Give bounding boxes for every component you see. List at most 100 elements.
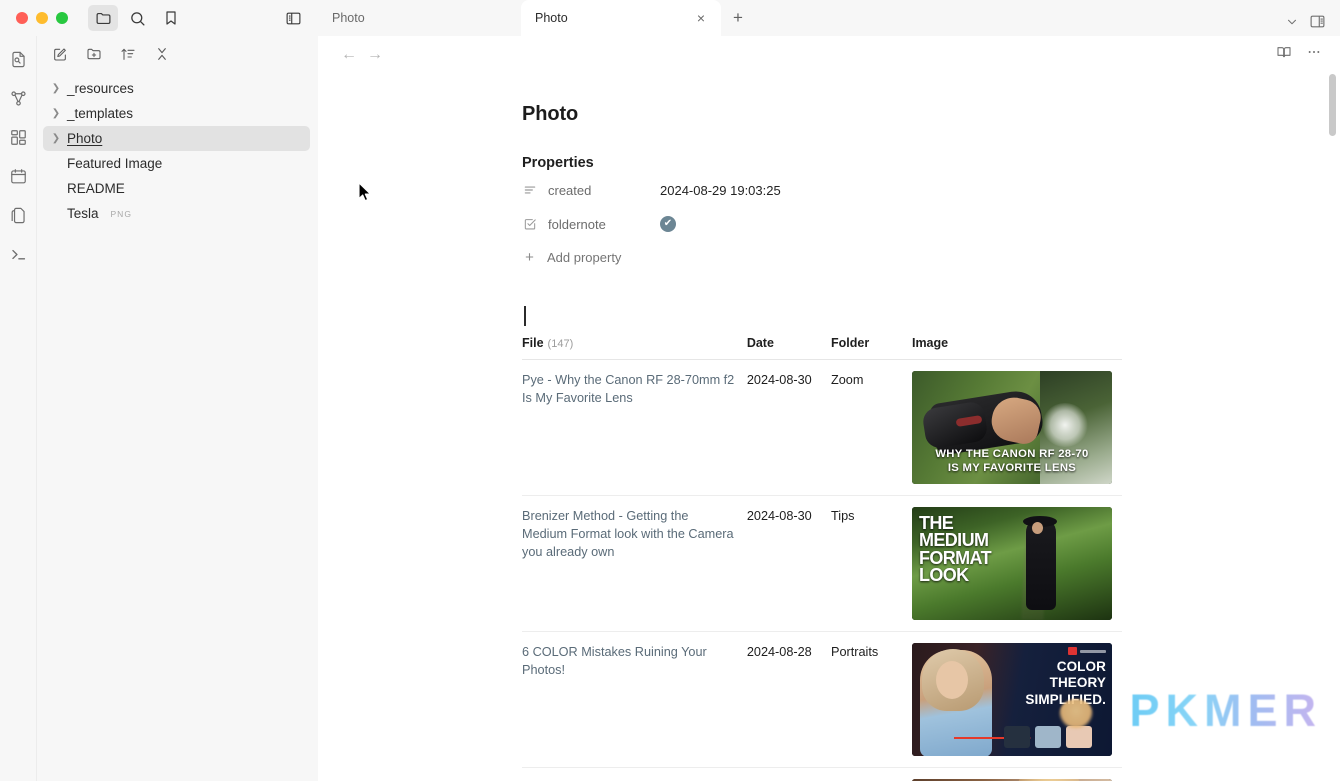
thumbnail-medium-format-look[interactable]: THE MEDIUM FORMAT LOOK	[911, 507, 1112, 620]
zoom-window-button[interactable]	[56, 12, 68, 24]
thumbnail-caption-line1: WHY THE CANON RF 28-70	[935, 448, 1089, 461]
terminal-icon[interactable]	[5, 241, 31, 267]
new-tab-icon[interactable]: +	[721, 0, 755, 36]
tree-item-label: README	[67, 181, 125, 196]
search-icon[interactable]	[122, 5, 152, 31]
icon-rail	[0, 36, 37, 781]
add-property-label: Add property	[547, 250, 622, 265]
canvas-icon[interactable]	[5, 124, 31, 150]
table-row[interactable]: Why I love shooting portraits with a 35m…	[522, 767, 1122, 781]
file-count: (147)	[547, 338, 574, 350]
cell-date: 2024-08-30	[746, 373, 812, 387]
property-name: foldernote	[548, 216, 606, 232]
cell-folder: Portraits	[831, 645, 879, 659]
column-header-image[interactable]: Image	[911, 336, 1122, 360]
new-folder-icon[interactable]	[83, 43, 105, 65]
tab-label: Photo	[332, 11, 365, 25]
table-row[interactable]: 6 COLOR Mistakes Ruining Your Photos! 20…	[522, 631, 1122, 768]
chevron-down-icon[interactable]	[1285, 15, 1299, 29]
chevron-right-icon[interactable]: ❯	[49, 133, 63, 144]
text-lines-icon	[522, 183, 537, 198]
thumbnail-caption: COLOR THEORY SIMPLIFIED.	[1025, 659, 1106, 707]
thumbnail-color-theory[interactable]: COLOR THEORY SIMPLIFIED.	[911, 643, 1112, 756]
file-link[interactable]: Brenizer Method - Getting the Medium For…	[522, 509, 734, 559]
tree-item-readme[interactable]: README	[43, 176, 310, 201]
properties-heading: Properties	[522, 155, 594, 171]
tab-photo-1[interactable]: Photo	[318, 0, 521, 36]
dataview-table: File (147) Date Folder Image Pye - Why th…	[522, 336, 1122, 781]
file-tree: ❯ _resources ❯ _templates ❯ Photo Featur…	[37, 72, 318, 226]
traffic-lights	[10, 12, 68, 24]
foldernote-checkbox[interactable]: ✔	[660, 216, 676, 232]
toggle-right-sidebar-icon[interactable]	[1309, 13, 1326, 30]
editor-scrollbar[interactable]	[1328, 74, 1337, 774]
calendar-icon[interactable]	[5, 163, 31, 189]
tree-item-label: _templates	[67, 106, 134, 121]
thumbnail-caption: THE MEDIUM FORMAT LOOK	[918, 513, 992, 586]
scrollbar-thumb[interactable]	[1329, 74, 1336, 136]
text-caret	[524, 306, 526, 326]
thumbnail-canon-rf-lens[interactable]: WHY THE CANON RF 28-70 IS MY FAVORITE LE…	[911, 371, 1112, 484]
graph-view-icon[interactable]	[5, 85, 31, 111]
column-header-file[interactable]: File (147)	[522, 336, 747, 360]
cell-date: 2024-08-28	[746, 645, 812, 659]
plus-icon: +	[525, 249, 534, 266]
toggle-left-sidebar-icon[interactable]	[278, 5, 308, 31]
bookmark-icon[interactable]	[156, 5, 186, 31]
more-options-icon[interactable]	[1306, 44, 1322, 65]
close-window-button[interactable]	[16, 12, 28, 24]
tab-bar: Photo Photo × +	[318, 0, 1340, 36]
tree-item-templates[interactable]: ❯ _templates	[43, 101, 310, 126]
tab-label: Photo	[535, 11, 568, 25]
explorer-toolbar	[37, 36, 318, 72]
main-panel: Photo Photo × + ← → Photo Properties cre…	[318, 0, 1340, 781]
forward-button[interactable]: →	[362, 42, 388, 68]
property-value[interactable]: 2024-08-29 19:03:25	[660, 183, 781, 198]
cell-folder: Zoom	[831, 373, 864, 387]
channel-logo	[1067, 647, 1106, 655]
tree-item-featured-image[interactable]: Featured Image	[43, 151, 310, 176]
table-row[interactable]: Brenizer Method - Getting the Medium For…	[522, 495, 1122, 632]
file-extension-badge: PNG	[110, 208, 132, 219]
tree-item-tesla[interactable]: Tesla PNG	[43, 201, 310, 226]
file-explorer: ❯ _resources ❯ _templates ❯ Photo Featur…	[37, 36, 318, 781]
tree-item-label: Photo	[67, 131, 103, 146]
page-title: Photo	[522, 103, 579, 125]
column-header-label: File	[522, 336, 544, 350]
sort-order-icon[interactable]	[117, 43, 139, 65]
file-link[interactable]: 6 COLOR Mistakes Ruining Your Photos!	[522, 645, 707, 677]
left-panel: ❯ _resources ❯ _templates ❯ Photo Featur…	[0, 0, 318, 781]
tree-item-resources[interactable]: ❯ _resources	[43, 76, 310, 101]
column-header-folder[interactable]: Folder	[831, 336, 912, 360]
file-link[interactable]: Pye - Why the Canon RF 28-70mm f2 Is My …	[522, 373, 734, 405]
new-note-icon[interactable]	[49, 43, 71, 65]
thumbnail-caption: WHY THE CANON RF 28-70 IS MY FAVORITE LE…	[912, 448, 1112, 475]
folder-icon[interactable]	[88, 5, 118, 31]
tree-item-label: Featured Image	[67, 156, 163, 171]
checkbox-icon	[522, 217, 537, 232]
obsidian-window: ❯ _resources ❯ _templates ❯ Photo Featur…	[0, 0, 1340, 781]
property-row-foldernote[interactable]: foldernote ✔	[522, 209, 1222, 239]
chevron-right-icon[interactable]: ❯	[49, 108, 63, 119]
back-button[interactable]: ←	[336, 42, 362, 68]
collapse-all-icon[interactable]	[151, 43, 173, 65]
files-icon[interactable]	[5, 202, 31, 228]
close-tab-icon[interactable]: ×	[695, 11, 707, 25]
table-row[interactable]: Pye - Why the Canon RF 28-70mm f2 Is My …	[522, 359, 1122, 496]
reading-view-icon[interactable]	[1276, 44, 1292, 65]
tree-item-photo[interactable]: ❯ Photo	[43, 126, 310, 151]
window-titlebar	[0, 0, 318, 36]
thumbnail-caption-line2: IS MY FAVORITE LENS	[947, 461, 1077, 474]
file-search-icon[interactable]	[5, 46, 31, 72]
minimize-window-button[interactable]	[36, 12, 48, 24]
add-property-button[interactable]: + Add property	[522, 249, 1222, 266]
tree-item-label: _resources	[67, 81, 134, 96]
tree-item-label: Tesla	[67, 206, 99, 221]
property-row-created[interactable]: created 2024-08-29 19:03:25	[522, 175, 1222, 205]
editor-caret-line[interactable]	[522, 306, 1222, 328]
chevron-right-icon[interactable]: ❯	[49, 83, 63, 94]
tab-photo-2[interactable]: Photo ×	[521, 0, 721, 36]
column-header-date[interactable]: Date	[746, 336, 831, 360]
note-editor[interactable]: Photo Properties created 2024-08-29 19:0…	[318, 73, 1340, 781]
property-name: created	[548, 182, 592, 198]
